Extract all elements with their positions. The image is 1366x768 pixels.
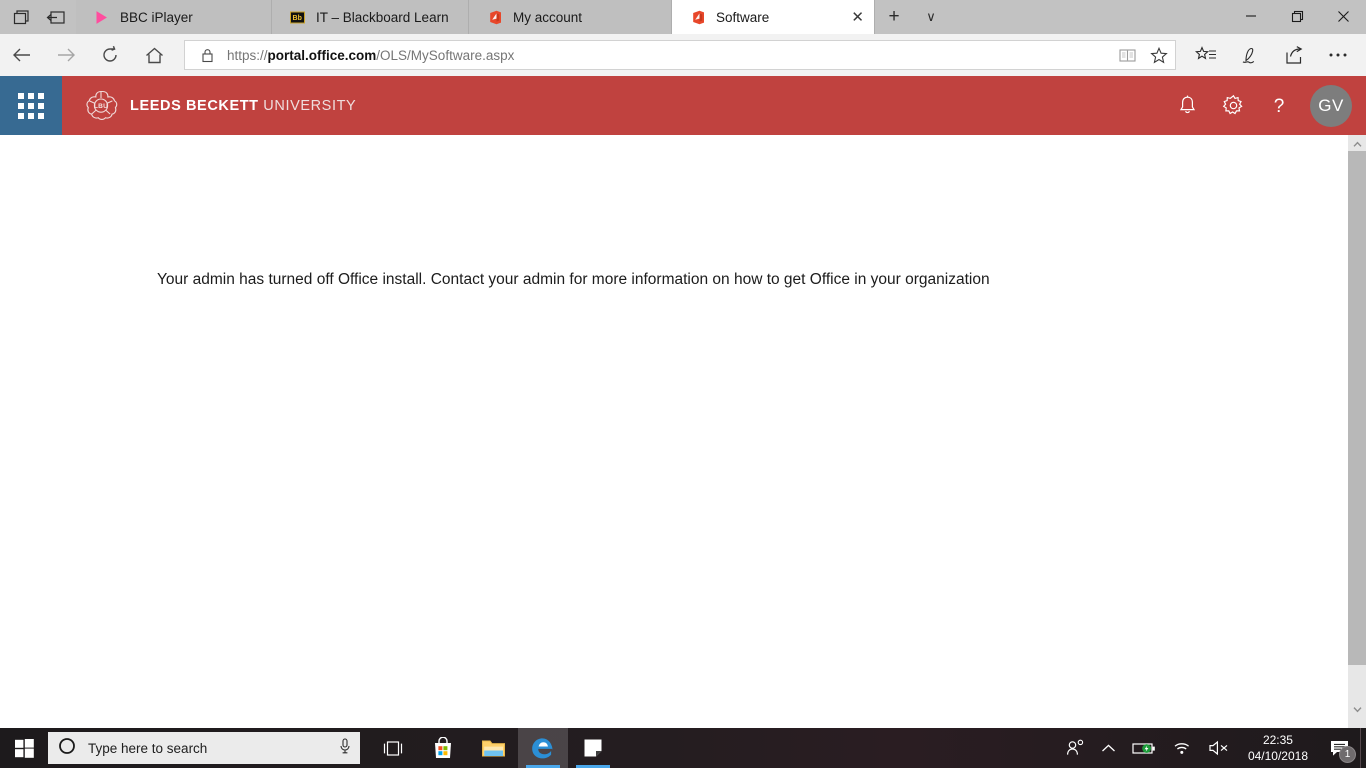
browser-tab-label: BBC iPlayer xyxy=(120,9,193,25)
clock-time: 22:35 xyxy=(1262,732,1293,747)
office-suite-header: LBU LEEDS BECKETT UNIVERSITY ? GV xyxy=(0,76,1366,135)
minimize-button[interactable] xyxy=(1228,0,1274,32)
search-input-placeholder: Type here to search xyxy=(88,740,208,756)
brand-title-bold: LEEDS BECKETT xyxy=(130,97,259,114)
brand-title: LEEDS BECKETT UNIVERSITY xyxy=(130,98,356,114)
browser-tab-label: IT – Blackboard Learn xyxy=(316,9,449,25)
address-bar-actions xyxy=(1111,40,1175,70)
notifications-bell-icon[interactable] xyxy=(1164,76,1210,135)
leeds-beckett-rose-logo-icon: LBU xyxy=(84,89,118,123)
browser-tab-bbc-iplayer[interactable]: BBC iPlayer xyxy=(76,0,272,34)
lock-icon xyxy=(197,48,217,63)
share-icon[interactable] xyxy=(1272,34,1316,76)
more-settings-ellipsis-icon[interactable] xyxy=(1316,34,1360,76)
wifi-icon[interactable] xyxy=(1164,728,1200,768)
action-center-button[interactable]: 1 xyxy=(1318,728,1360,768)
forward-button[interactable] xyxy=(44,34,88,76)
page-content: Your admin has turned off Office install… xyxy=(0,135,1348,728)
settings-gear-icon[interactable] xyxy=(1210,76,1256,135)
office-icon xyxy=(688,8,706,26)
screen: BBC iPlayer Bb IT – Blackboard Learn My … xyxy=(0,0,1366,768)
bbc-iplayer-icon xyxy=(92,8,110,26)
show-hidden-icons-chevron-up-icon[interactable] xyxy=(1093,728,1124,768)
taskbar-apps xyxy=(368,728,618,768)
office-install-disabled-message: Your admin has turned off Office install… xyxy=(157,271,990,288)
favorites-hub-icon[interactable] xyxy=(1184,34,1228,76)
tab-strip-system-buttons xyxy=(0,0,76,34)
address-bar[interactable]: https://portal.office.com/OLS/MySoftware… xyxy=(184,40,1176,70)
browser-tab-label: My account xyxy=(513,9,583,25)
restore-button[interactable] xyxy=(1274,0,1320,32)
sticky-notes-button[interactable] xyxy=(568,728,618,768)
favorite-star-icon[interactable] xyxy=(1143,40,1175,70)
brand-title-light: UNIVERSITY xyxy=(263,97,357,114)
svg-text:?: ? xyxy=(1274,96,1285,117)
show-desktop-button[interactable] xyxy=(1360,728,1366,768)
browser-tab-my-account[interactable]: My account xyxy=(469,0,672,34)
office-icon xyxy=(485,8,503,26)
browser-tab-strip: BBC iPlayer Bb IT – Blackboard Learn My … xyxy=(0,0,1366,34)
clock-date: 04/10/2018 xyxy=(1247,749,1308,763)
window-controls xyxy=(1228,0,1366,34)
start-button[interactable] xyxy=(0,728,48,768)
people-icon[interactable] xyxy=(1057,728,1093,768)
system-tray: 22:35 04/10/2018 1 xyxy=(1057,728,1366,768)
windows-taskbar: Type here to search 22:35 04/10/2018 1 xyxy=(0,728,1366,768)
close-icon[interactable]: ✕ xyxy=(829,10,864,25)
reading-view-icon[interactable] xyxy=(1111,40,1143,70)
browser-navigation-bar: https://portal.office.com/OLS/MySoftware… xyxy=(0,34,1366,76)
app-launcher-button[interactable] xyxy=(0,76,62,135)
file-explorer-button[interactable] xyxy=(468,728,518,768)
battery-charging-icon[interactable] xyxy=(1124,728,1164,768)
clock[interactable]: 22:35 04/10/2018 xyxy=(1238,728,1318,768)
back-button[interactable] xyxy=(0,34,44,76)
browser-tab-software[interactable]: Software ✕ xyxy=(672,0,875,34)
web-page: LBU LEEDS BECKETT UNIVERSITY ? GV Your a… xyxy=(0,76,1366,728)
microphone-icon[interactable] xyxy=(338,737,352,760)
help-question-mark-icon[interactable]: ? xyxy=(1256,76,1302,135)
home-button[interactable] xyxy=(132,34,176,76)
tab-preview-button[interactable] xyxy=(4,1,38,33)
user-avatar[interactable]: GV xyxy=(1310,84,1352,127)
browser-tab-blackboard[interactable]: Bb IT – Blackboard Learn xyxy=(272,0,469,34)
scroll-down-arrow-icon[interactable] xyxy=(1348,700,1366,718)
office-header-actions: ? GV xyxy=(1164,76,1366,135)
blackboard-icon: Bb xyxy=(288,8,306,26)
scrollbar-thumb[interactable] xyxy=(1348,151,1366,665)
chevron-down-icon[interactable]: ∨ xyxy=(913,0,949,34)
task-view-button[interactable] xyxy=(368,728,418,768)
new-tab-button[interactable]: + xyxy=(875,0,913,34)
speaker-muted-icon[interactable] xyxy=(1200,728,1238,768)
close-button[interactable] xyxy=(1320,0,1366,32)
browser-toolbar xyxy=(1184,34,1366,76)
microsoft-edge-button[interactable] xyxy=(518,728,568,768)
set-tabs-aside-button[interactable] xyxy=(38,1,72,33)
cortana-circle-icon xyxy=(58,737,76,760)
brand-area[interactable]: LBU LEEDS BECKETT UNIVERSITY xyxy=(62,76,1164,135)
waffle-icon xyxy=(18,92,44,119)
search-input[interactable]: Type here to search xyxy=(48,732,360,764)
web-note-pen-icon[interactable] xyxy=(1228,34,1272,76)
refresh-button[interactable] xyxy=(88,34,132,76)
svg-text:LBU: LBU xyxy=(94,103,108,110)
address-bar-url: https://portal.office.com/OLS/MySoftware… xyxy=(227,47,515,63)
microsoft-store-button[interactable] xyxy=(418,728,468,768)
svg-text:Bb: Bb xyxy=(292,15,301,22)
browser-tab-label: Software xyxy=(716,9,770,25)
action-center-badge: 1 xyxy=(1339,746,1356,763)
vertical-scrollbar[interactable] xyxy=(1348,135,1366,728)
